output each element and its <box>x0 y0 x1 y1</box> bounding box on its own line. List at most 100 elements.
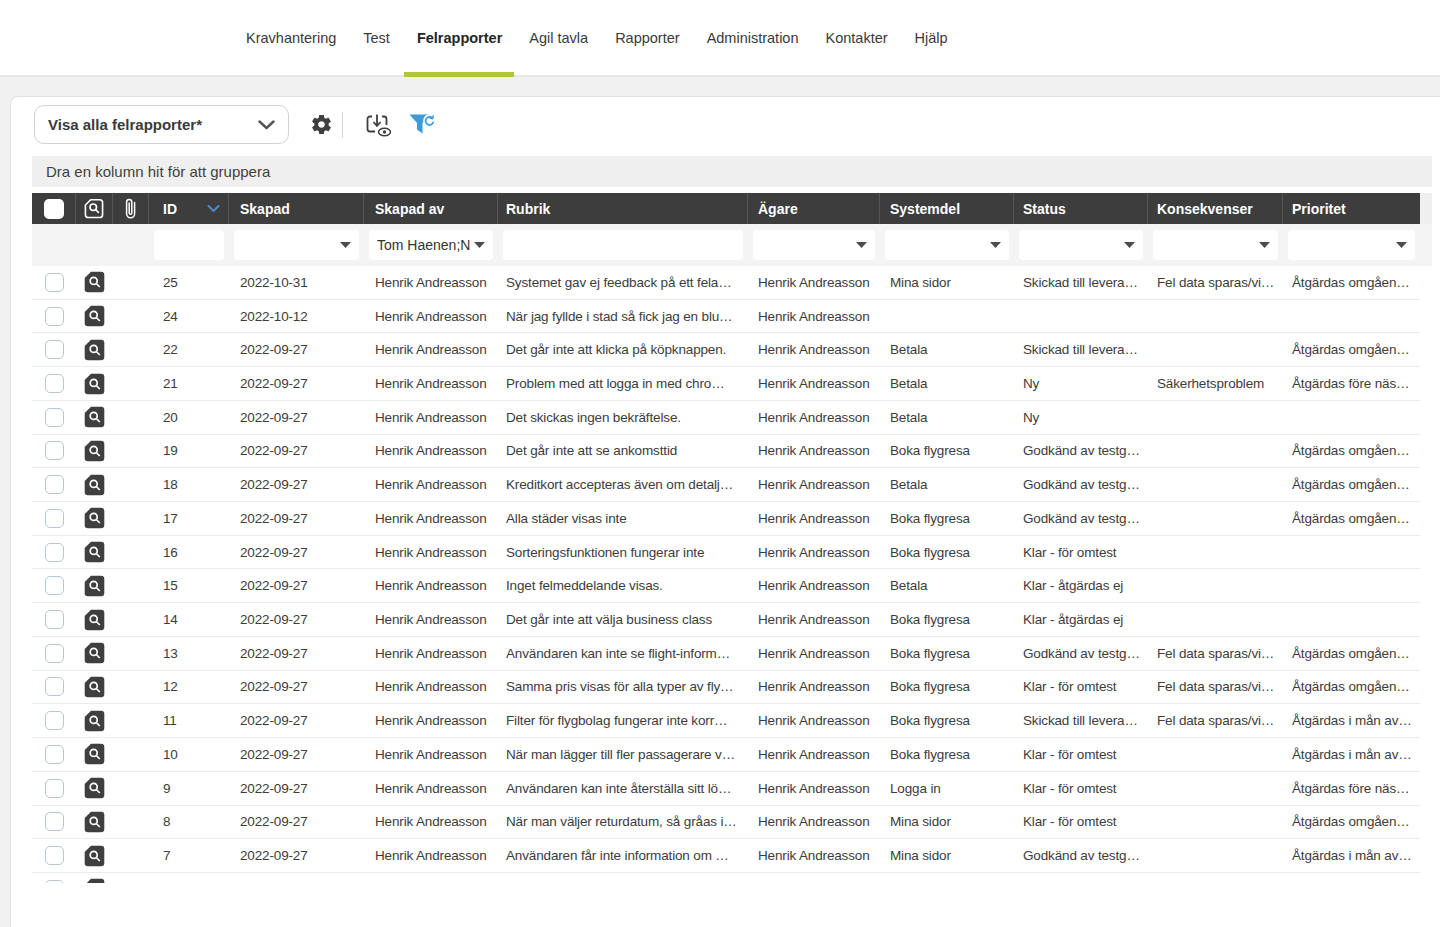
table-row[interactable]: 242022-10-12Henrik AndreassonNär jag fyl… <box>32 300 1420 334</box>
preview-document-icon[interactable] <box>84 541 105 563</box>
row-checkbox[interactable] <box>45 677 64 696</box>
row-checkbox[interactable] <box>45 509 64 528</box>
table-row[interactable] <box>32 873 1420 883</box>
column-header-sel[interactable] <box>32 193 76 224</box>
filter-skapad-input[interactable] <box>234 230 359 260</box>
cell-skapad: 2022-09-27 <box>229 646 364 661</box>
preview-document-icon[interactable] <box>84 575 105 597</box>
column-header-konsekvenser[interactable]: Konsekvenser <box>1148 193 1283 224</box>
preview-document-icon[interactable] <box>84 507 105 529</box>
filter-systemdel-input[interactable] <box>885 230 1009 260</box>
view-selector-dropdown[interactable]: Visa alla felrapporter* <box>34 105 289 144</box>
filter-rubrik-input[interactable] <box>503 230 743 260</box>
column-header-skapadav[interactable]: Skapad av <box>364 193 498 224</box>
tab-kontakter[interactable]: Kontakter <box>826 0 888 75</box>
preview-document-icon[interactable] <box>84 710 105 732</box>
table-row[interactable]: 112022-09-27Henrik AndreassonFilter för … <box>32 704 1420 738</box>
table-row[interactable]: 92022-09-27Henrik AndreassonAnvändaren k… <box>32 772 1420 806</box>
preview-document-icon[interactable] <box>84 777 105 799</box>
row-checkbox[interactable] <box>45 340 64 359</box>
column-header-prioritet[interactable]: Prioritet <box>1283 193 1420 224</box>
row-checkbox[interactable] <box>45 711 64 730</box>
filter-skapadav-input[interactable]: Tom Haenen;N <box>369 230 493 260</box>
cell-rubrik: Problem med att logga in med chro… <box>498 376 748 391</box>
table-row[interactable]: 122022-09-27Henrik AndreassonSamma pris … <box>32 671 1420 705</box>
tab-felrapporter[interactable]: Felrapporter <box>417 0 502 75</box>
row-checkbox[interactable] <box>45 475 64 494</box>
row-checkbox[interactable] <box>45 408 64 427</box>
preview-document-icon[interactable] <box>84 271 105 293</box>
tab-test[interactable]: Test <box>363 0 390 75</box>
select-all-checkbox[interactable] <box>44 199 64 219</box>
column-header-id[interactable]: ID <box>149 193 229 224</box>
table-row[interactable]: 252022-10-31Henrik AndreassonSystemet ga… <box>32 266 1420 300</box>
row-preview-cell <box>76 609 113 631</box>
preview-document-icon[interactable] <box>84 305 105 327</box>
tab-rapporter[interactable]: Rapporter <box>615 0 679 75</box>
cell-systemdel: Boka flygresa <box>880 545 1014 560</box>
row-checkbox[interactable] <box>45 576 64 595</box>
preview-document-icon[interactable] <box>84 339 105 361</box>
row-checkbox[interactable] <box>45 543 64 562</box>
preview-document-icon[interactable] <box>84 373 105 395</box>
preview-document-icon[interactable] <box>84 811 105 833</box>
tab-kravhantering[interactable]: Kravhantering <box>246 0 336 75</box>
row-checkbox[interactable] <box>45 745 64 764</box>
filter-refresh-icon[interactable] <box>401 112 445 137</box>
row-checkbox[interactable] <box>45 307 64 326</box>
tab-agil-tavla[interactable]: Agil tavla <box>529 0 588 75</box>
row-checkbox[interactable] <box>45 374 64 393</box>
table-row[interactable]: 182022-09-27Henrik AndreassonKreditkort … <box>32 468 1420 502</box>
table-row[interactable]: 132022-09-27Henrik AndreassonAnvändaren … <box>32 637 1420 671</box>
preview-document-icon[interactable] <box>84 474 105 496</box>
export-with-preview-icon[interactable] <box>357 112 399 138</box>
row-checkbox[interactable] <box>45 273 64 292</box>
table-row[interactable]: 202022-09-27Henrik AndreassonDet skickas… <box>32 401 1420 435</box>
tab-administration[interactable]: Administration <box>707 0 799 75</box>
table-row[interactable]: 162022-09-27Henrik AndreassonSorteringsf… <box>32 536 1420 570</box>
column-header-status[interactable]: Status <box>1014 193 1148 224</box>
row-checkbox[interactable] <box>45 644 64 663</box>
row-checkbox[interactable] <box>45 846 64 865</box>
preview-document-icon[interactable] <box>84 743 105 765</box>
column-header-agare[interactable]: Ägare <box>748 193 880 224</box>
cell-skapad: 2022-09-27 <box>229 410 364 425</box>
column-header-clip[interactable] <box>113 193 149 224</box>
gear-icon[interactable] <box>307 113 335 136</box>
preview-document-icon[interactable] <box>84 642 105 664</box>
table-row[interactable]: 152022-09-27Henrik AndreassonInget felme… <box>32 569 1420 603</box>
column-header-systemdel[interactable]: Systemdel <box>880 193 1014 224</box>
cell-skapadav: Henrik Andreasson <box>364 477 498 492</box>
preview-document-icon[interactable] <box>84 440 105 462</box>
tab-label: Hjälp <box>915 30 948 46</box>
row-checkbox[interactable] <box>45 441 64 460</box>
table-row[interactable]: 82022-09-27Henrik AndreassonNär man välj… <box>32 806 1420 840</box>
group-by-bar[interactable]: Dra en kolumn hit för att gruppera <box>32 156 1432 187</box>
table-row[interactable]: 222022-09-27Henrik AndreassonDet går int… <box>32 333 1420 367</box>
preview-document-icon[interactable] <box>84 878 105 883</box>
column-header-rubrik[interactable]: Rubrik <box>498 193 748 224</box>
filter-prioritet-input[interactable] <box>1288 230 1415 260</box>
filter-konsekvenser-input[interactable] <box>1153 230 1278 260</box>
row-checkbox[interactable] <box>45 779 64 798</box>
table-row[interactable]: 192022-09-27Henrik AndreassonDet går int… <box>32 435 1420 469</box>
row-checkbox[interactable] <box>45 610 64 629</box>
preview-document-icon[interactable] <box>84 609 105 631</box>
row-checkbox[interactable] <box>45 880 64 883</box>
row-checkbox[interactable] <box>45 812 64 831</box>
table-row[interactable]: 212022-09-27Henrik AndreassonProblem med… <box>32 367 1420 401</box>
filter-status-input[interactable] <box>1019 230 1143 260</box>
filter-agare-input[interactable] <box>753 230 875 260</box>
column-header-skapad[interactable]: Skapad <box>229 193 364 224</box>
table-row[interactable]: 142022-09-27Henrik AndreassonDet går int… <box>32 603 1420 637</box>
preview-document-icon[interactable] <box>84 406 105 428</box>
cell-rubrik: Det går inte att välja business class <box>498 612 748 627</box>
preview-document-icon[interactable] <box>84 676 105 698</box>
preview-document-icon[interactable] <box>84 845 105 867</box>
table-row[interactable]: 102022-09-27Henrik AndreassonNär man läg… <box>32 738 1420 772</box>
filter-id-input[interactable] <box>154 230 224 260</box>
tab-hj-lp[interactable]: Hjälp <box>915 0 948 75</box>
table-row[interactable]: 172022-09-27Henrik AndreassonAlla städer… <box>32 502 1420 536</box>
table-row[interactable]: 72022-09-27Henrik AndreassonAnvändaren f… <box>32 839 1420 873</box>
column-header-preview[interactable] <box>76 193 113 224</box>
